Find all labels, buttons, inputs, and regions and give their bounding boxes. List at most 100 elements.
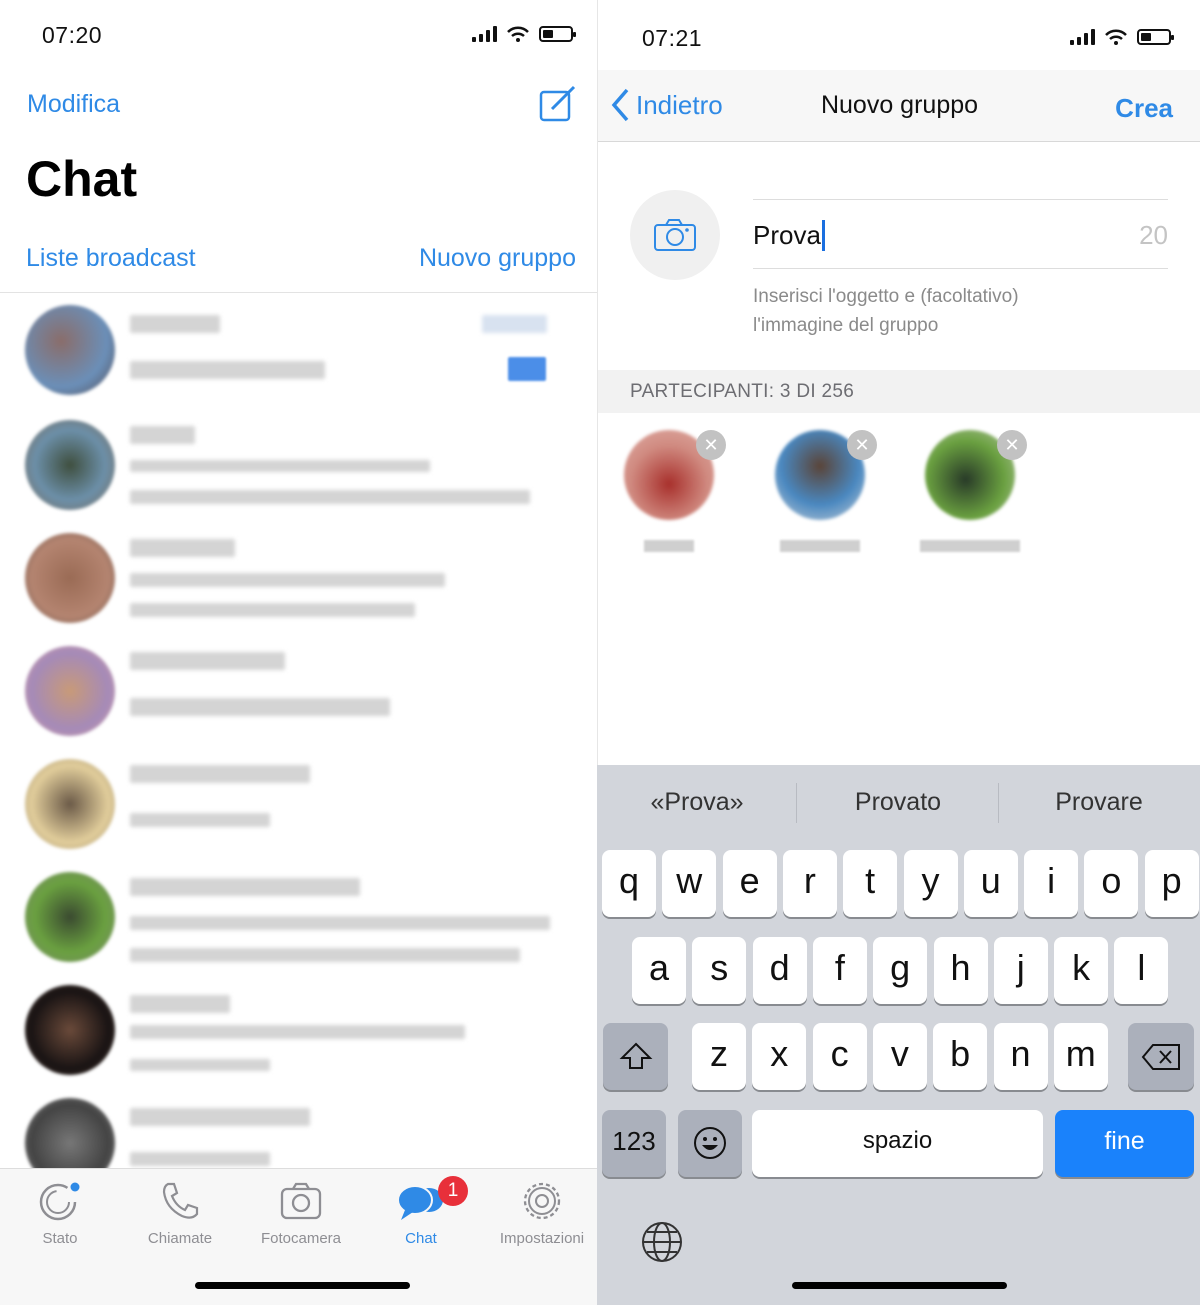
tab-label: Chat <box>405 1230 437 1247</box>
key-p[interactable]: p <box>1144 850 1199 917</box>
remove-participant-icon[interactable]: ✕ <box>847 430 877 460</box>
key-w[interactable]: w <box>662 850 717 917</box>
divider <box>753 199 1168 200</box>
signal-icon <box>472 26 497 42</box>
participant[interactable]: ✕ <box>765 430 877 552</box>
broadcast-lists-link[interactable]: Liste broadcast <box>26 244 196 273</box>
backspace-icon <box>1141 1044 1180 1070</box>
camera-icon <box>654 219 696 251</box>
suggestion[interactable]: Provare <box>999 765 1199 840</box>
key-o[interactable]: o <box>1084 850 1139 917</box>
key-y[interactable]: y <box>903 850 958 917</box>
key-l[interactable]: l <box>1114 937 1169 1004</box>
new-group-link[interactable]: Nuovo gruppo <box>419 244 576 273</box>
emoji-key[interactable] <box>678 1110 742 1177</box>
key-b[interactable]: b <box>933 1023 988 1090</box>
key-t[interactable]: t <box>843 850 898 917</box>
key-j[interactable]: j <box>993 937 1048 1004</box>
key-i[interactable]: i <box>1024 850 1079 917</box>
key-r[interactable]: r <box>782 850 837 917</box>
subject-hint: Inserisci l'oggetto e (facoltativo) l'im… <box>753 286 1019 336</box>
space-key[interactable]: spazio <box>752 1110 1043 1177</box>
status-time: 07:20 <box>42 22 103 48</box>
key-d[interactable]: d <box>752 937 807 1004</box>
edit-button[interactable]: Modifica <box>27 90 120 119</box>
avatar <box>25 533 115 623</box>
key-m[interactable]: m <box>1053 1023 1108 1090</box>
key-u[interactable]: u <box>963 850 1018 917</box>
avatar <box>25 985 115 1075</box>
unread-badge: 1 <box>438 1176 468 1206</box>
tab-label: Fotocamera <box>260 1230 342 1247</box>
emoji-icon <box>694 1127 726 1159</box>
group-subject-input[interactable]: Prova 20 <box>753 210 1168 260</box>
home-indicator <box>195 1282 410 1289</box>
tab-label: Chiamate <box>147 1230 213 1247</box>
tab-fotocamera[interactable]: Fotocamera <box>246 1180 356 1247</box>
status-icons <box>1070 29 1174 45</box>
avatar <box>25 759 115 849</box>
subject-value: Prova <box>753 219 825 251</box>
participant[interactable]: ✕ <box>915 430 1027 552</box>
numbers-key[interactable]: 123 <box>602 1110 666 1177</box>
chat-list-screen: 07:20 Modifica Chat Liste broadcast Nuov… <box>0 0 597 1305</box>
avatar <box>25 646 115 736</box>
tab-stato[interactable]: Stato <box>5 1180 115 1247</box>
chat-list-item[interactable] <box>0 973 597 1086</box>
signal-icon <box>1070 29 1095 45</box>
key-a[interactable]: a <box>632 937 686 1004</box>
key-h[interactable]: h <box>933 937 988 1004</box>
battery-icon <box>539 26 576 42</box>
done-key[interactable]: fine <box>1055 1110 1194 1177</box>
shift-key[interactable] <box>603 1023 668 1090</box>
camera-icon <box>280 1182 322 1220</box>
status-icons <box>472 26 576 42</box>
key-n[interactable]: n <box>993 1023 1048 1090</box>
key-v[interactable]: v <box>872 1023 927 1090</box>
participant[interactable]: ✕ <box>614 430 726 552</box>
tab-impostazioni[interactable]: Impostazioni <box>487 1180 597 1247</box>
phone-icon <box>162 1182 199 1219</box>
keyboard: «Prova» Provato Provare qwertyuiop asdfgh… <box>597 765 1200 1305</box>
chat-list-item[interactable] <box>0 293 597 406</box>
key-e[interactable]: e <box>722 850 777 917</box>
char-counter: 20 <box>1139 219 1168 250</box>
compose-icon[interactable] <box>538 83 578 123</box>
suggestion[interactable]: «Prova» <box>597 765 797 840</box>
key-q[interactable]: q <box>602 850 656 917</box>
tab-chiamate[interactable]: Chiamate <box>125 1180 235 1247</box>
tab-chat[interactable]: 1 Chat <box>366 1176 476 1247</box>
avatar <box>25 872 115 962</box>
tab-label: Stato <box>42 1230 78 1247</box>
key-s[interactable]: s <box>692 937 747 1004</box>
remove-participant-icon[interactable]: ✕ <box>696 430 726 460</box>
shift-icon <box>619 1042 652 1069</box>
chat-list-item[interactable] <box>0 747 597 860</box>
participants-header: PARTECIPANTI: 3 DI 256 <box>598 370 1200 413</box>
key-z[interactable]: z <box>692 1023 746 1090</box>
key-g[interactable]: g <box>873 937 928 1004</box>
avatar <box>25 420 115 510</box>
create-button[interactable]: Crea <box>1115 93 1173 124</box>
gear-icon <box>523 1182 561 1220</box>
chat-list-item[interactable] <box>0 408 597 521</box>
home-indicator <box>792 1282 1007 1289</box>
chat-list-item[interactable] <box>0 634 597 747</box>
battery-icon <box>1137 29 1174 45</box>
status-icon <box>39 1182 80 1221</box>
remove-participant-icon[interactable]: ✕ <box>997 430 1027 460</box>
chat-list-item[interactable] <box>0 860 597 973</box>
nav-title: Nuovo gruppo <box>820 91 979 119</box>
delete-key[interactable] <box>1128 1023 1194 1090</box>
key-x[interactable]: x <box>752 1023 807 1090</box>
suggestion[interactable]: Provato <box>798 765 998 840</box>
key-k[interactable]: k <box>1054 937 1109 1004</box>
chat-list-item[interactable] <box>0 521 597 634</box>
key-c[interactable]: c <box>812 1023 867 1090</box>
key-f[interactable]: f <box>812 937 867 1004</box>
globe-icon[interactable] <box>640 1220 684 1264</box>
wifi-icon <box>507 26 529 42</box>
avatar <box>25 305 115 395</box>
tab-label: Impostazioni <box>499 1230 585 1247</box>
group-photo-button[interactable] <box>630 190 720 280</box>
